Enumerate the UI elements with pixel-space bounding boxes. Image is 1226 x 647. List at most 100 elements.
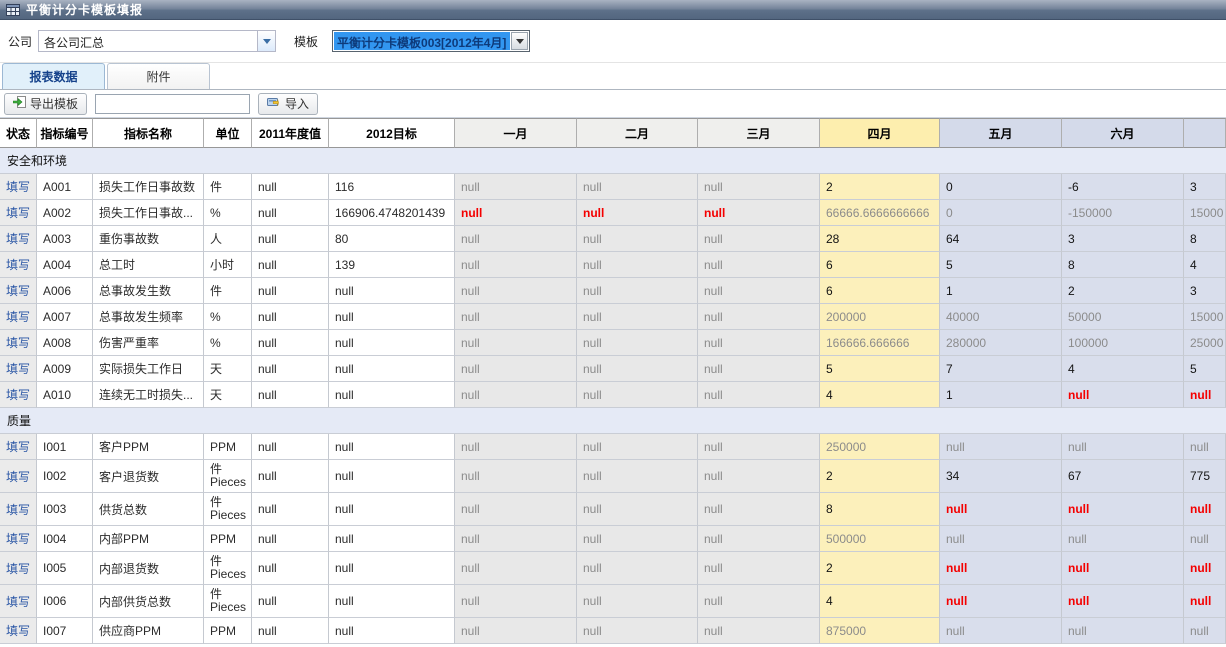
fill-link[interactable]: 填写	[6, 386, 30, 403]
export-template-button[interactable]: 导出模板	[4, 93, 87, 115]
column-header: 状态	[0, 118, 37, 148]
fill-link[interactable]: 填写	[6, 560, 30, 577]
fill-link[interactable]: 填写	[6, 256, 30, 273]
month-cell: null	[698, 460, 820, 493]
month-cell: null	[455, 330, 577, 356]
unit-cell: PPM	[204, 526, 252, 552]
y2011-cell: null	[252, 618, 329, 644]
page-title: 平衡计分卡模板填报	[26, 1, 143, 18]
month-cell: null	[940, 585, 1062, 618]
month-cell: null	[455, 552, 577, 585]
chevron-down-icon[interactable]	[257, 31, 275, 51]
table-row: 填写A008伤害严重率%nullnullnullnullnull166666.6…	[0, 330, 1226, 356]
y2011-cell: null	[252, 460, 329, 493]
month-cell: null	[698, 382, 820, 408]
month-cell: null	[698, 526, 820, 552]
month-cell: null	[455, 174, 577, 200]
fill-link[interactable]: 填写	[6, 360, 30, 377]
table-row: 填写A004总工时小时null139nullnullnull6584	[0, 252, 1226, 278]
month-cell: null	[577, 330, 698, 356]
indicator-code: A010	[37, 382, 93, 408]
month-cell: null	[577, 526, 698, 552]
month-cell: 4	[1062, 356, 1184, 382]
unit-cell: 天	[204, 382, 252, 408]
fill-link[interactable]: 填写	[6, 334, 30, 351]
tabstrip: 报表数据 附件	[0, 62, 1226, 90]
y2011-cell: null	[252, 526, 329, 552]
month-cell: null	[698, 434, 820, 460]
target-cell: null	[329, 382, 455, 408]
column-header: 三月	[698, 118, 820, 148]
month-cell: null	[1062, 493, 1184, 526]
tab-attachments[interactable]: 附件	[107, 63, 210, 89]
indicator-code: I001	[37, 434, 93, 460]
month-cell: null	[940, 618, 1062, 644]
fill-link[interactable]: 填写	[6, 501, 30, 518]
indicator-name: 总工时	[93, 252, 204, 278]
chevron-down-icon[interactable]	[511, 32, 528, 50]
indicator-name: 损失工作日事故...	[93, 200, 204, 226]
month-cell: null	[577, 618, 698, 644]
fill-link[interactable]: 填写	[6, 593, 30, 610]
target-cell: null	[329, 304, 455, 330]
month-cell: null	[1062, 585, 1184, 618]
month-cell: null	[1062, 382, 1184, 408]
month-cell: null	[698, 304, 820, 330]
company-label: 公司	[8, 33, 32, 50]
fill-link[interactable]: 填写	[6, 204, 30, 221]
fill-link[interactable]: 填写	[6, 622, 30, 639]
table-row: 填写I003供货总数件Piecesnullnullnullnullnull8nu…	[0, 493, 1226, 526]
month-cell: null	[698, 330, 820, 356]
company-select[interactable]: 各公司汇总	[38, 30, 276, 52]
unit-cell: 件Pieces	[204, 460, 252, 493]
month-cell: -150000	[1062, 200, 1184, 226]
table-row: 填写A002损失工作日事故...%null166906.4748201439nu…	[0, 200, 1226, 226]
import-button[interactable]: 导入	[258, 93, 318, 115]
month-cell: null	[577, 252, 698, 278]
table-row: 填写A006总事故发生数件nullnullnullnullnull6123	[0, 278, 1226, 304]
month-cell: 2	[820, 552, 940, 585]
section-row: 质量	[0, 408, 1226, 434]
month-cell: 250000	[820, 434, 940, 460]
y2011-cell: null	[252, 200, 329, 226]
indicator-name: 连续无工时损失...	[93, 382, 204, 408]
month-cell: null	[455, 200, 577, 226]
month-cell: null	[940, 493, 1062, 526]
grid-body: 安全和环境填写A001损失工作日事故数件null116nullnullnull2…	[0, 148, 1226, 644]
y2011-cell: null	[252, 493, 329, 526]
month-cell: 200000	[820, 304, 940, 330]
table-row: 填写I006内部供货总数件Piecesnullnullnullnullnull4…	[0, 585, 1226, 618]
window-titlebar: 平衡计分卡模板填报	[0, 0, 1226, 20]
status-cell: 填写	[0, 304, 37, 330]
month-cell: 5	[1184, 356, 1226, 382]
fill-link[interactable]: 填写	[6, 530, 30, 547]
month-cell: null	[455, 356, 577, 382]
month-cell: null	[698, 618, 820, 644]
unit-cell: 件Pieces	[204, 493, 252, 526]
month-cell: null	[1062, 434, 1184, 460]
table-row: 填写A003重伤事故数人null80nullnullnull286438	[0, 226, 1226, 252]
column-header	[1184, 118, 1226, 148]
tab-report-data[interactable]: 报表数据	[2, 63, 105, 89]
month-cell: 8	[1062, 252, 1184, 278]
fill-link[interactable]: 填写	[6, 468, 30, 485]
fill-link[interactable]: 填写	[6, 230, 30, 247]
indicator-name: 重伤事故数	[93, 226, 204, 252]
month-cell: 3	[1062, 226, 1184, 252]
target-cell: null	[329, 618, 455, 644]
template-select[interactable]: 平衡计分卡模板003[2012年4月]	[332, 30, 530, 52]
fill-link[interactable]: 填写	[6, 282, 30, 299]
month-cell: 66666.6666666666	[820, 200, 940, 226]
month-cell: 6	[820, 252, 940, 278]
fill-link[interactable]: 填写	[6, 438, 30, 455]
fill-link[interactable]: 填写	[6, 178, 30, 195]
indicator-name: 客户PPM	[93, 434, 204, 460]
month-cell: 25000	[1184, 330, 1226, 356]
status-cell: 填写	[0, 526, 37, 552]
month-cell: 40000	[940, 304, 1062, 330]
month-cell: 1	[940, 278, 1062, 304]
fill-link[interactable]: 填写	[6, 308, 30, 325]
target-cell: null	[329, 493, 455, 526]
import-file-input[interactable]	[95, 94, 250, 114]
month-cell: null	[577, 552, 698, 585]
